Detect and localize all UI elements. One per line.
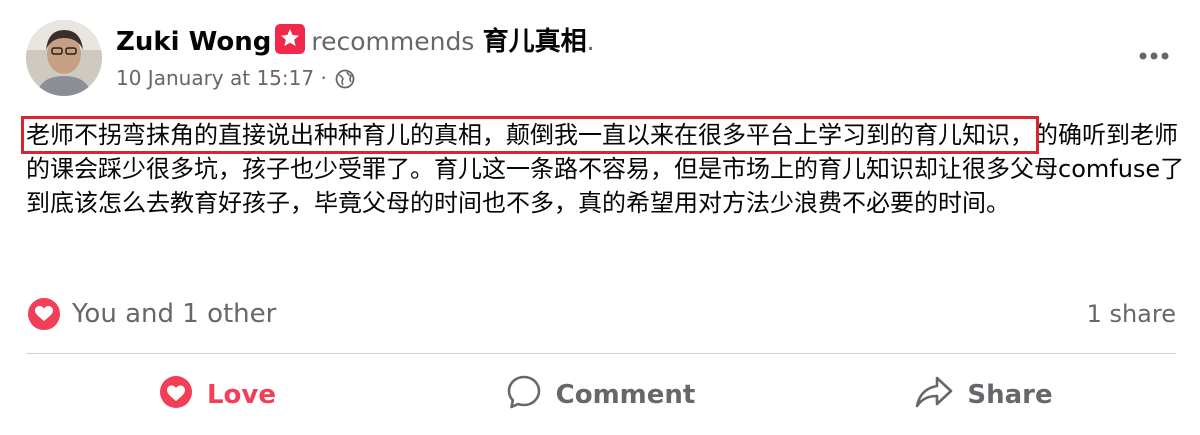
share-label: Share	[967, 380, 1053, 410]
avatar[interactable]	[26, 20, 102, 96]
love-icon	[159, 375, 193, 416]
action-bar: Love Comment Share	[26, 360, 1176, 430]
love-button[interactable]: Love	[26, 360, 409, 430]
share-button[interactable]: Share	[792, 360, 1176, 430]
recommendation-badge-icon	[275, 24, 306, 54]
reactions-bar: You and 1 other 1 share	[26, 294, 1176, 334]
love-label: Love	[206, 380, 276, 410]
comment-button[interactable]: Comment	[409, 360, 792, 430]
reaction-summary[interactable]: You and 1 other	[72, 296, 276, 332]
divider	[26, 353, 1176, 354]
page-name-link[interactable]: 育儿真相	[483, 27, 587, 57]
post-meta: 10 January at 15:17 ·	[116, 64, 355, 96]
avatar-photo	[26, 20, 102, 96]
share-icon	[915, 375, 953, 416]
post-header: Zuki Wong recommends 育儿真相. 10 January at …	[26, 20, 1186, 104]
comment-label: Comment	[555, 380, 696, 410]
love-reaction-icon[interactable]	[26, 296, 62, 332]
author-line: Zuki Wong recommends 育儿真相.	[116, 24, 595, 60]
comment-icon	[506, 374, 542, 417]
timestamp[interactable]: 10 January at 15:17	[116, 66, 314, 90]
highlighted-text: 老师不拐弯抹角的直接说出种种育儿的真相，颠倒我一直以来在很多平台上学习到的育儿知…	[21, 116, 1039, 154]
recommends-text: recommends	[311, 27, 475, 56]
punctuation: .	[586, 27, 595, 56]
more-horizontal-icon[interactable]	[1138, 46, 1170, 65]
meta-separator: ·	[320, 66, 327, 90]
globe-icon[interactable]	[335, 68, 355, 96]
author-name[interactable]: Zuki Wong	[116, 27, 271, 57]
post-body: 老师不拐弯抹角的直接说出种种育儿的真相，颠倒我一直以来在很多平台上学习到的育儿知…	[21, 116, 1186, 220]
share-count[interactable]: 1 share	[1087, 296, 1176, 332]
